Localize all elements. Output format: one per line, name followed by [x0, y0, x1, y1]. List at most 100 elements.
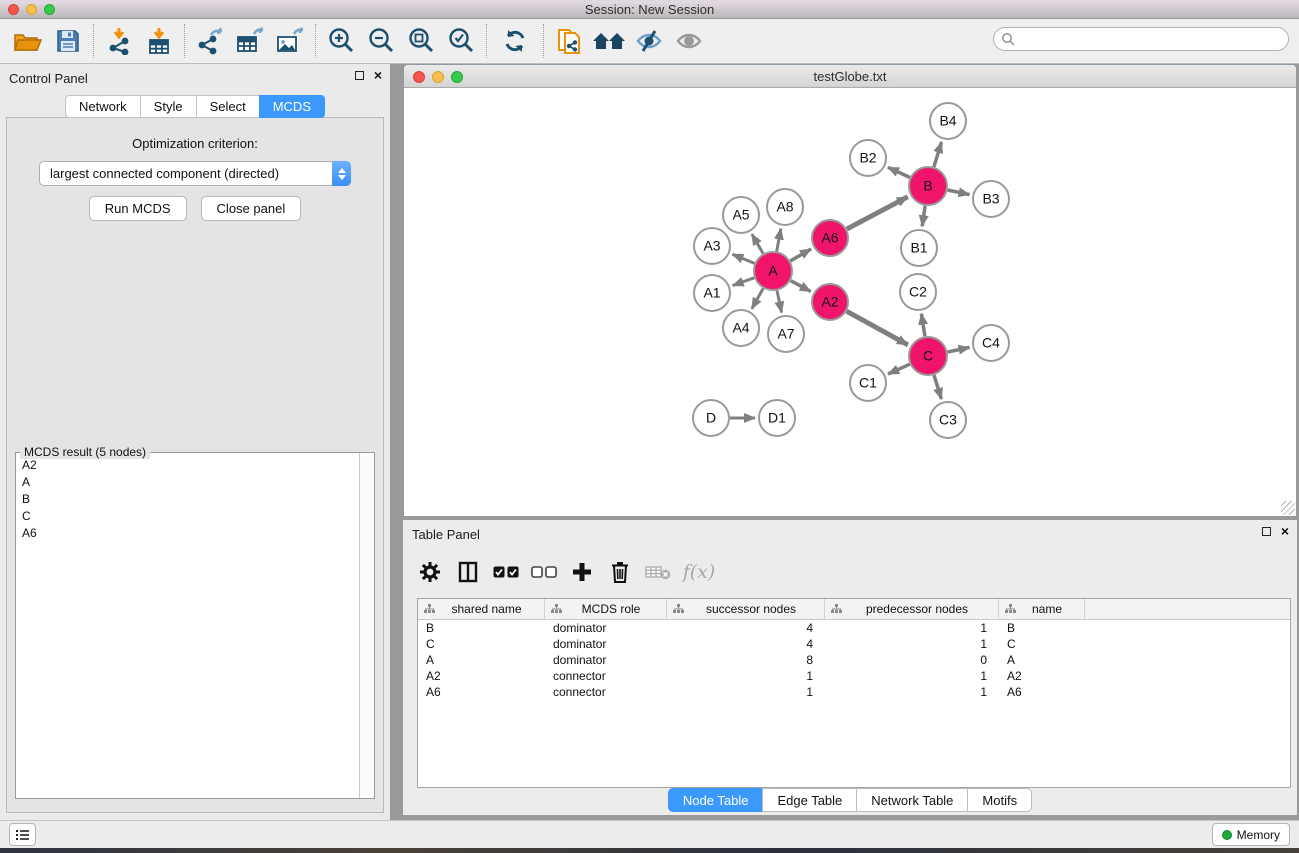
tab-edge-table[interactable]: Edge Table: [762, 788, 856, 812]
column-header-successor-nodes[interactable]: successor nodes: [667, 599, 825, 619]
edge-C-C1[interactable]: [888, 364, 910, 374]
import-network-button[interactable]: [99, 22, 139, 60]
export-table-button[interactable]: [230, 22, 270, 60]
tab-node-table[interactable]: Node Table: [668, 788, 763, 812]
edge-A2-C[interactable]: [847, 311, 908, 345]
result-item[interactable]: A: [16, 473, 359, 490]
close-panel-icon[interactable]: ×: [374, 70, 382, 80]
zoom-fit-button[interactable]: [401, 22, 441, 60]
open-session-button[interactable]: [8, 22, 48, 60]
export-network-button[interactable]: [190, 22, 230, 60]
close-panel-button[interactable]: Close panel: [201, 196, 302, 221]
edge-A6-B[interactable]: [847, 197, 908, 229]
table-row[interactable]: A6connector11A6: [418, 684, 1290, 700]
network-canvas[interactable]: B4 B2 B B3 A5A8A6 A3 B1 A A1 C2 A2 A4A7 C4 C C1 C3 D D1: [404, 88, 1296, 516]
tab-style[interactable]: Style: [140, 95, 196, 118]
edge-B-B4[interactable]: [934, 142, 942, 167]
add-column-button[interactable]: [563, 553, 601, 591]
import-table-button[interactable]: [139, 22, 179, 60]
node-C1[interactable]: C1: [850, 365, 886, 401]
edge-A-A5[interactable]: [752, 234, 763, 254]
delete-column-button[interactable]: [601, 553, 639, 591]
edge-A-A1[interactable]: [733, 278, 755, 286]
node-D1[interactable]: D1: [759, 400, 795, 436]
result-item[interactable]: C: [16, 507, 359, 524]
tab-select[interactable]: Select: [196, 95, 259, 118]
export-image-button[interactable]: [270, 22, 310, 60]
node-A2[interactable]: A2: [812, 284, 848, 320]
edge-B-B2[interactable]: [888, 167, 910, 177]
node-A8[interactable]: A8: [767, 189, 803, 225]
node-C4[interactable]: C4: [973, 325, 1009, 361]
edge-B-B3[interactable]: [948, 190, 970, 195]
table-row[interactable]: Cdominator41C: [418, 636, 1290, 652]
column-header-shared-name[interactable]: shared name: [418, 599, 545, 619]
edge-A-A6[interactable]: [790, 249, 811, 261]
result-item[interactable]: A2: [16, 456, 359, 473]
edge-A-A3[interactable]: [732, 254, 754, 263]
memory-button[interactable]: Memory: [1212, 823, 1290, 846]
column-header-MCDS-role[interactable]: MCDS role: [545, 599, 667, 619]
zoom-out-button[interactable]: [361, 22, 401, 60]
show-column-button[interactable]: [449, 553, 487, 591]
table-row[interactable]: Adominator80A: [418, 652, 1290, 668]
node-A5[interactable]: A5: [723, 197, 759, 233]
edge-B-B1[interactable]: [922, 206, 925, 226]
float-table-panel-icon[interactable]: [1262, 527, 1271, 536]
network-graph[interactable]: B4 B2 B B3 A5A8A6 A3 B1 A A1 C2 A2 A4A7 C4 C C1 C3 D D1: [404, 88, 1296, 516]
close-table-panel-icon[interactable]: ×: [1281, 526, 1289, 536]
edge-A-A8[interactable]: [777, 229, 781, 252]
network-window-titlebar[interactable]: testGlobe.txt: [404, 65, 1296, 88]
node-B1[interactable]: B1: [901, 230, 937, 266]
table-settings-button[interactable]: [411, 553, 449, 591]
function-builder-button[interactable]: f(x): [677, 553, 721, 591]
zoom-in-button[interactable]: [321, 22, 361, 60]
node-A1[interactable]: A1: [694, 275, 730, 311]
edge-C-C3[interactable]: [934, 375, 941, 399]
clone-network-button[interactable]: [549, 22, 589, 60]
resize-grip[interactable]: [1281, 501, 1295, 515]
select-all-button[interactable]: [487, 553, 525, 591]
edge-A-A7[interactable]: [777, 291, 782, 313]
table-row[interactable]: Bdominator41B: [418, 620, 1290, 636]
node-C3[interactable]: C3: [930, 402, 966, 438]
float-panel-icon[interactable]: [355, 71, 364, 80]
node-A4[interactable]: A4: [723, 310, 759, 346]
show-graphics-details-button[interactable]: [669, 22, 709, 60]
criterion-select[interactable]: largest connected component (directed): [39, 161, 351, 186]
column-header-predecessor-nodes[interactable]: predecessor nodes: [825, 599, 999, 619]
node-A7[interactable]: A7: [768, 316, 804, 352]
hide-graphics-details-button[interactable]: [629, 22, 669, 60]
node-B4[interactable]: B4: [930, 103, 966, 139]
edge-C-C4[interactable]: [948, 347, 970, 352]
node-A6[interactable]: A6: [812, 220, 848, 256]
node-D[interactable]: D: [693, 400, 729, 436]
edge-C-C2[interactable]: [921, 314, 925, 337]
node-C2[interactable]: C2: [900, 274, 936, 310]
save-session-button[interactable]: [48, 22, 88, 60]
unselect-all-button[interactable]: [525, 553, 563, 591]
node-C[interactable]: C: [909, 337, 947, 375]
mcds-result-list[interactable]: A2ABCA6: [16, 456, 359, 798]
edge-A-A4[interactable]: [752, 288, 763, 308]
run-mcds-button[interactable]: Run MCDS: [89, 196, 187, 221]
home-layout-button[interactable]: [589, 22, 629, 60]
delete-table-button[interactable]: [639, 553, 677, 591]
refresh-network-button[interactable]: [492, 22, 538, 60]
result-scrollbar[interactable]: [359, 453, 374, 798]
tab-mcds[interactable]: MCDS: [259, 95, 325, 118]
task-history-button[interactable]: [9, 823, 36, 846]
search-input[interactable]: [993, 27, 1289, 51]
node-B[interactable]: B: [909, 167, 947, 205]
node-B2[interactable]: B2: [850, 140, 886, 176]
edge-A-A2[interactable]: [791, 281, 811, 292]
zoom-selected-button[interactable]: [441, 22, 481, 60]
node-B3[interactable]: B3: [973, 181, 1009, 217]
table-row[interactable]: A2connector11A2: [418, 668, 1290, 684]
result-item[interactable]: A6: [16, 524, 359, 541]
tab-motifs[interactable]: Motifs: [967, 788, 1032, 812]
node-A3[interactable]: A3: [694, 228, 730, 264]
result-item[interactable]: B: [16, 490, 359, 507]
tab-network[interactable]: Network: [65, 95, 140, 118]
node-A[interactable]: A: [754, 252, 792, 290]
